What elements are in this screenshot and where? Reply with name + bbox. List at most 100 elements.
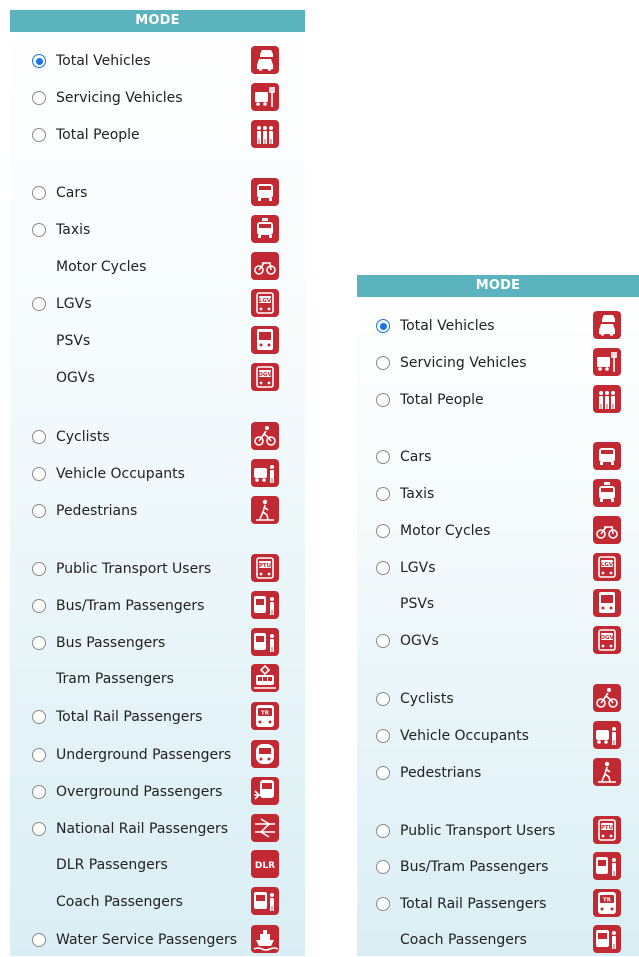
mode-option[interactable]: Taxis bbox=[357, 479, 639, 509]
mode-option-label[interactable]: Total Rail Passengers bbox=[400, 896, 546, 912]
mode-option-label[interactable]: Pedestrians bbox=[56, 503, 137, 519]
mode-option-label[interactable]: Taxis bbox=[400, 486, 434, 502]
mode-option[interactable]: Taxis bbox=[10, 215, 305, 245]
mode-option[interactable]: Public Transport Users PTU bbox=[10, 554, 305, 584]
mode-option-label[interactable]: Total Vehicles bbox=[56, 53, 151, 69]
mode-option-label[interactable]: Total People bbox=[400, 392, 484, 408]
mode-option-label[interactable]: Bus/Tram Passengers bbox=[56, 598, 204, 614]
mode-option[interactable]: Motor Cycles bbox=[357, 516, 639, 546]
mode-option-label[interactable]: OGVs bbox=[400, 633, 439, 649]
mode-option[interactable]: Total People bbox=[10, 120, 305, 150]
mode-option[interactable]: Cyclists bbox=[357, 684, 639, 714]
mode-option-label[interactable]: Vehicle Occupants bbox=[56, 466, 185, 482]
mode-radio-button[interactable] bbox=[32, 822, 46, 836]
mode-option-label[interactable]: LGVs bbox=[400, 560, 436, 576]
mode-radio-button[interactable] bbox=[32, 467, 46, 481]
mode-option-label[interactable]: Total Vehicles bbox=[400, 318, 495, 334]
mode-option[interactable]: Bus Passengers bbox=[10, 628, 305, 658]
mode-radio-button[interactable] bbox=[376, 860, 390, 874]
mode-option[interactable]: Cars bbox=[10, 178, 305, 208]
mode-option[interactable]: Vehicle Occupants bbox=[10, 459, 305, 489]
mode-radio-button[interactable] bbox=[32, 91, 46, 105]
mode-option[interactable]: Pedestrians bbox=[10, 496, 305, 526]
bus-tram-passengers-icon bbox=[593, 852, 621, 880]
mode-radio-button[interactable] bbox=[32, 223, 46, 237]
mode-option[interactable]: Underground Passengers bbox=[10, 740, 305, 770]
mode-option-label[interactable]: LGVs bbox=[56, 296, 92, 312]
mode-option-label[interactable]: Servicing Vehicles bbox=[400, 355, 527, 371]
mode-radio-button[interactable] bbox=[32, 785, 46, 799]
mode-radio-button[interactable] bbox=[376, 692, 390, 706]
mode-radio-button[interactable] bbox=[376, 766, 390, 780]
mode-option[interactable]: Bus/Tram Passengers bbox=[357, 852, 639, 882]
mode-radio-button[interactable] bbox=[376, 450, 390, 464]
mode-option-label[interactable]: Pedestrians bbox=[400, 765, 481, 781]
mode-option[interactable]: Vehicle Occupants bbox=[357, 721, 639, 751]
mode-option-label[interactable]: Public Transport Users bbox=[400, 823, 555, 839]
mode-radio-button[interactable] bbox=[32, 562, 46, 576]
mode-radio-button[interactable] bbox=[376, 897, 390, 911]
mode-option-label[interactable]: Total Rail Passengers bbox=[56, 709, 202, 725]
mode-option-label: PSVs bbox=[400, 596, 435, 612]
mode-option[interactable]: Pedestrians bbox=[357, 758, 639, 788]
mode-option-label[interactable]: Cyclists bbox=[400, 691, 454, 707]
mode-option[interactable]: Servicing Vehicles bbox=[357, 348, 639, 378]
mode-radio-button[interactable] bbox=[376, 524, 390, 538]
water-service-icon bbox=[251, 925, 279, 953]
mode-option-label[interactable]: National Rail Passengers bbox=[56, 821, 228, 837]
mode-option[interactable]: Total Vehicles bbox=[10, 46, 305, 76]
mode-radio-button[interactable] bbox=[376, 824, 390, 838]
mode-radio-button[interactable] bbox=[376, 319, 390, 333]
lgv-icon: LGV bbox=[251, 289, 279, 317]
mode-option[interactable]: LGVs LGV bbox=[10, 289, 305, 319]
mode-radio-button[interactable] bbox=[32, 297, 46, 311]
vehicle-occupants-icon bbox=[593, 721, 621, 749]
mode-option-label[interactable]: Vehicle Occupants bbox=[400, 728, 529, 744]
mode-radio-button[interactable] bbox=[32, 186, 46, 200]
mode-radio-button[interactable] bbox=[32, 636, 46, 650]
mode-radio-button[interactable] bbox=[376, 393, 390, 407]
mode-radio-button[interactable] bbox=[376, 729, 390, 743]
mode-option-label[interactable]: Bus/Tram Passengers bbox=[400, 859, 548, 875]
mode-radio-button[interactable] bbox=[376, 634, 390, 648]
mode-radio-button[interactable] bbox=[32, 430, 46, 444]
mode-option-label[interactable]: Servicing Vehicles bbox=[56, 90, 183, 106]
mode-option[interactable]: Total Vehicles bbox=[357, 311, 639, 341]
mode-option[interactable]: OGVs OGV bbox=[357, 626, 639, 656]
mode-option[interactable]: LGVs LGV bbox=[357, 553, 639, 583]
mode-option-label[interactable]: Total People bbox=[56, 127, 140, 143]
mode-radio-button[interactable] bbox=[32, 599, 46, 613]
mode-option-label[interactable]: Water Service Passengers bbox=[56, 932, 237, 948]
mode-option[interactable]: Total Rail Passengers TR bbox=[357, 889, 639, 919]
mode-option[interactable]: Servicing Vehicles bbox=[10, 83, 305, 113]
mode-option[interactable]: Public Transport Users PTU bbox=[357, 816, 639, 846]
mode-option-label[interactable]: Cars bbox=[56, 185, 87, 201]
mode-option-label[interactable]: Overground Passengers bbox=[56, 784, 222, 800]
mode-radio-button[interactable] bbox=[32, 710, 46, 724]
mode-option[interactable]: Water Service Passengers bbox=[10, 925, 305, 955]
mode-radio-button[interactable] bbox=[32, 504, 46, 518]
mode-option-label[interactable]: Public Transport Users bbox=[56, 561, 211, 577]
mode-radio-button[interactable] bbox=[376, 487, 390, 501]
mode-radio-button[interactable] bbox=[32, 748, 46, 762]
mode-option[interactable]: Total Rail Passengers TR bbox=[10, 702, 305, 732]
mode-radio-button[interactable] bbox=[32, 128, 46, 142]
mode-option: Coach Passengers bbox=[10, 887, 305, 917]
mode-option-label[interactable]: Bus Passengers bbox=[56, 635, 165, 651]
mode-option[interactable]: Cars bbox=[357, 442, 639, 472]
mode-option[interactable]: Overground Passengers bbox=[10, 777, 305, 807]
mode-radio-button[interactable] bbox=[376, 561, 390, 575]
mode-option-label[interactable]: Taxis bbox=[56, 222, 90, 238]
mode-radio-button[interactable] bbox=[32, 933, 46, 947]
mode-option[interactable]: National Rail Passengers bbox=[10, 814, 305, 844]
mode-option-label[interactable]: Cars bbox=[400, 449, 431, 465]
mode-option-label[interactable]: Underground Passengers bbox=[56, 747, 231, 763]
mode-option-label[interactable]: Motor Cycles bbox=[400, 523, 490, 539]
mode-radio-button[interactable] bbox=[376, 356, 390, 370]
car-icon bbox=[251, 178, 279, 206]
mode-option-label[interactable]: Cyclists bbox=[56, 429, 110, 445]
mode-radio-button[interactable] bbox=[32, 54, 46, 68]
mode-option[interactable]: Bus/Tram Passengers bbox=[10, 591, 305, 621]
mode-option[interactable]: Cyclists bbox=[10, 422, 305, 452]
mode-option[interactable]: Total People bbox=[357, 385, 639, 415]
